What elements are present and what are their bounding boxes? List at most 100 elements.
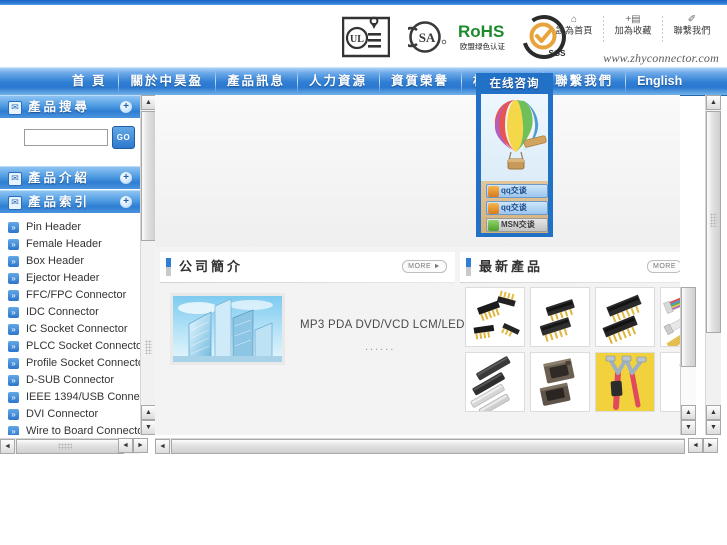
chevron-right-icon: » xyxy=(8,358,19,369)
products-pane-scrollbar[interactable]: ▲ ▼ xyxy=(680,287,696,435)
set-homepage-link[interactable]: ⌂ 設為首頁 xyxy=(545,14,603,39)
scroll-up-arrow-icon[interactable]: ▲ xyxy=(706,95,721,110)
list-item-label: Box Header xyxy=(26,255,85,267)
expand-icon[interactable]: + xyxy=(120,172,132,184)
envelope-icon: ✉ xyxy=(8,172,22,186)
scroll-grip-icon xyxy=(58,443,72,450)
csa-mark-icon: SA xyxy=(408,20,448,54)
set-homepage-label: 設為首頁 xyxy=(555,26,593,37)
chevron-right-icon: » xyxy=(8,426,19,435)
latest-section-header: 最新產品 MORE xyxy=(460,252,680,282)
expand-icon[interactable]: + xyxy=(120,101,132,113)
about-more-button[interactable]: MORE ► xyxy=(402,260,447,273)
list-item[interactable]: » Profile Socket Connector xyxy=(0,355,140,372)
list-item[interactable]: » IC Socket Connector xyxy=(0,321,140,338)
page-vertical-scrollbar[interactable]: ▲ ▲ ▼ xyxy=(705,95,721,435)
product-thumb-idc-connector-pair[interactable] xyxy=(595,287,655,347)
product-search-box: GO xyxy=(0,118,140,158)
scroll-left-arrow-icon[interactable]: ◄ xyxy=(688,438,703,453)
scroll-down-arrow-icon[interactable]: ▼ xyxy=(706,420,721,435)
scroll-left-arrow-icon[interactable]: ◄ xyxy=(118,438,133,453)
envelope-icon: ✉ xyxy=(8,101,22,115)
product-thumb-socket-strip-set[interactable] xyxy=(465,352,525,412)
list-item[interactable]: » D-SUB Connector xyxy=(0,372,140,389)
contact-icon: ✐ xyxy=(687,14,697,25)
list-item[interactable]: » Box Header xyxy=(0,253,140,270)
sidebar: ✉ 產品搜尋 + GO ✉ 產品介紹 + ✉ 產品索引 + » Pin Heade… xyxy=(0,95,140,435)
expand-icon[interactable]: + xyxy=(120,196,132,208)
nav-item-products[interactable]: 產品訊息 xyxy=(215,68,297,95)
search-input[interactable] xyxy=(24,129,108,146)
chevron-right-icon: » xyxy=(8,392,19,403)
product-thumb-power-cable-red[interactable] xyxy=(595,352,655,412)
product-index-title: 產品索引 xyxy=(28,195,91,209)
list-item[interactable]: » Pin Header xyxy=(0,219,140,236)
nav-item-english[interactable]: English xyxy=(625,68,694,95)
product-thumb-plcc-socket-pair[interactable] xyxy=(530,352,590,412)
scroll-down-arrow-icon[interactable]: ▼ xyxy=(141,420,156,435)
scroll-up-arrow-icon[interactable]: ▲ xyxy=(706,405,721,420)
panel-header-product-index[interactable]: ✉ 產品索引 + xyxy=(0,190,140,213)
sidebar-spacer xyxy=(0,158,140,166)
scroll-right-arrow-icon[interactable]: ► xyxy=(133,438,148,453)
rohs-mark-icon: RoHS 欧盟绿色认证 xyxy=(458,20,514,54)
sidebar-h-arrow-group[interactable]: ◄ ► xyxy=(118,438,150,453)
nav-item-contact[interactable]: 聯繫我們 xyxy=(543,68,625,95)
nav-item-hr[interactable]: 人力資源 xyxy=(297,68,379,95)
list-item[interactable]: » IDC Connector xyxy=(0,304,140,321)
scroll-left-arrow-icon[interactable]: ◄ xyxy=(155,439,170,454)
scroll-down-arrow-icon[interactable]: ▼ xyxy=(681,420,696,435)
list-item[interactable]: » DVI Connector xyxy=(0,406,140,423)
qq-avatar-icon xyxy=(488,186,499,197)
nav-item-about[interactable]: 關於中昊盈 xyxy=(118,68,215,95)
product-thumb-ffc-flat-cable[interactable] xyxy=(660,287,680,347)
chevron-right-icon: » xyxy=(8,222,19,233)
search-go-button[interactable]: GO xyxy=(112,126,135,149)
list-item[interactable]: » PLCC Socket Connector xyxy=(0,338,140,355)
scroll-right-arrow-icon[interactable]: ► xyxy=(703,438,718,453)
list-item[interactable]: » Ejector Header xyxy=(0,270,140,287)
svg-text:SA: SA xyxy=(419,30,436,45)
scroll-up-arrow-icon[interactable]: ▲ xyxy=(141,95,156,110)
product-thumb-dsub-av-cable[interactable] xyxy=(660,352,680,412)
list-item[interactable]: » FFC/FPC Connector xyxy=(0,287,140,304)
banner-area xyxy=(155,95,680,247)
product-thumb-pin-header-gold[interactable] xyxy=(465,287,525,347)
list-item-label: D-SUB Connector xyxy=(26,374,115,386)
envelope-icon: ✉ xyxy=(8,196,22,210)
about-text: MP3 PDA DVD/VCD LCM/LED xyxy=(300,319,465,331)
list-item-label: IEEE 1394/USB Connector xyxy=(26,391,140,403)
qq-chat-button-2[interactable]: qq交谈 xyxy=(486,201,548,215)
scroll-up-arrow-icon[interactable]: ▲ xyxy=(681,405,696,420)
latest-more-button[interactable]: MORE xyxy=(647,260,680,273)
online-consult-widget: 在线咨询 qq交谈 qq交谈 MSN交谈 xyxy=(476,73,553,237)
about-section: 公司簡介 MORE ► MP3 PDA DVD/VCD LCM/LED ....… xyxy=(160,252,464,393)
main-horizontal-scrollbar[interactable]: ◄ xyxy=(155,438,685,454)
list-item[interactable]: » Female Header xyxy=(0,236,140,253)
nav-item-honors[interactable]: 資質榮譽 xyxy=(379,68,461,95)
home-icon: ⌂ xyxy=(570,14,578,25)
scroll-left-arrow-icon[interactable]: ◄ xyxy=(0,439,15,454)
product-thumb-box-header-black[interactable] xyxy=(530,287,590,347)
main-h-arrow-group[interactable]: ◄ ► xyxy=(688,438,720,453)
panel-header-product-intro[interactable]: ✉ 產品介紹 + xyxy=(0,166,140,189)
add-favorite-link[interactable]: +▤ 加為收藏 xyxy=(604,14,662,39)
nav-item-home[interactable]: 首 頁 xyxy=(60,68,118,95)
main-h-scroll-thumb[interactable] xyxy=(171,439,685,454)
list-item[interactable]: » Wire to Board Connector xyxy=(0,423,140,435)
sidebar-scroll-thumb[interactable] xyxy=(141,111,156,241)
section-marker-icon xyxy=(466,258,471,276)
qq-chat-label-1: qq交谈 xyxy=(501,186,527,195)
chevron-right-icon: » xyxy=(8,273,19,284)
chevron-right-icon: » xyxy=(8,324,19,335)
panel-header-product-search[interactable]: ✉ 產品搜尋 + xyxy=(0,95,140,118)
contact-us-link[interactable]: ✐ 聯繫我們 xyxy=(663,14,721,39)
list-item-label: IC Socket Connector xyxy=(26,323,128,335)
products-scroll-thumb[interactable] xyxy=(681,287,696,367)
list-item[interactable]: » IEEE 1394/USB Connector xyxy=(0,389,140,406)
msn-chat-button[interactable]: MSN交谈 xyxy=(486,218,548,232)
list-item-label: Pin Header xyxy=(26,221,82,233)
sidebar-vertical-scrollbar[interactable]: ▲ ▲ ▼ xyxy=(140,95,156,435)
qq-chat-button-1[interactable]: qq交谈 xyxy=(486,184,548,198)
scroll-up-arrow-icon[interactable]: ▲ xyxy=(141,405,156,420)
